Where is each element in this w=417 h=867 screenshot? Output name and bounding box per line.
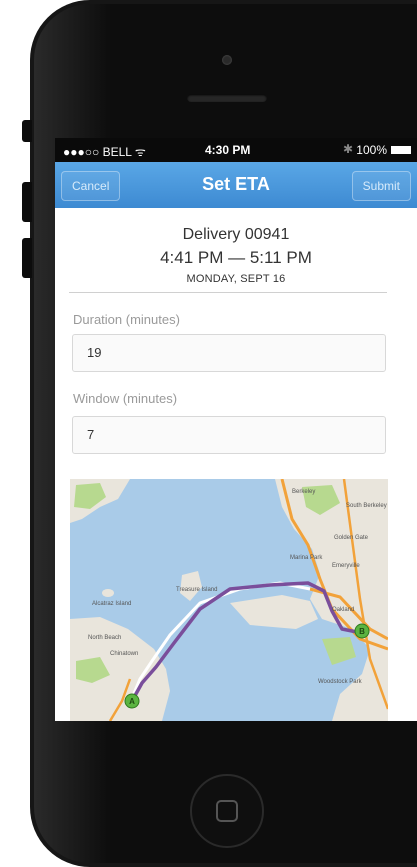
map-label-treasure-island: Treasure Island [176, 587, 217, 593]
map-label-woodstock: Woodstock Park [318, 679, 363, 685]
map-label-berkeley: Berkeley [292, 489, 315, 495]
window-input[interactable]: 7 [72, 416, 386, 454]
map-label-north-beach: North Beach [88, 635, 121, 641]
home-square-icon [216, 800, 238, 822]
battery-icon [391, 146, 411, 154]
mute-switch [22, 120, 32, 142]
map-label-marina-park: Marina Park [290, 555, 323, 561]
map-label-alcatraz: Alcatraz Island [92, 601, 131, 607]
status-time: 4:30 PM [205, 143, 251, 157]
map-label-emeryville: Emeryville [332, 563, 360, 569]
status-bar: ●●●○○ BELL ᯤ 4:30 PM ✱ 100% [55, 138, 417, 162]
battery-percent: 100% [356, 143, 387, 157]
map-alcatraz [102, 589, 114, 597]
divider [69, 292, 387, 293]
map-label-oakland: Oakland [332, 607, 354, 613]
home-button[interactable] [190, 774, 264, 848]
front-camera [222, 55, 232, 65]
delivery-title: Delivery 00941 [182, 226, 290, 243]
carrier-signal: ●●●○○ BELL ᯤ [63, 145, 146, 159]
earpiece-speaker [187, 94, 267, 102]
delivery-date: MONDAY, SEPT 16 [186, 273, 286, 285]
navigation-bar: Cancel Set ETA Submit [55, 162, 417, 208]
bluetooth-icon: ✱ [342, 142, 353, 156]
map-label-golden-gate: Golden Gate [334, 535, 369, 541]
marker-b-label: B [359, 627, 365, 636]
map-label-south-berkeley: South Berkeley [346, 503, 387, 509]
app-screen: ●●●○○ BELL ᯤ 4:30 PM ✱ 100% Cancel Set E… [55, 138, 417, 721]
map-label-chinatown: Chinatown [110, 651, 138, 657]
volume-up-button [22, 182, 32, 222]
duration-input[interactable]: 19 [72, 334, 386, 372]
marker-a-label: A [129, 697, 135, 706]
duration-label: Duration (minutes) [73, 312, 180, 327]
window-label: Window (minutes) [73, 391, 178, 406]
submit-button[interactable]: Submit [351, 171, 411, 201]
volume-down-button [22, 238, 32, 278]
delivery-time-range: 4:41 PM — 5:11 PM [160, 248, 312, 267]
route-map[interactable]: Treasure Island Alcatraz Island Emeryvil… [70, 479, 388, 721]
